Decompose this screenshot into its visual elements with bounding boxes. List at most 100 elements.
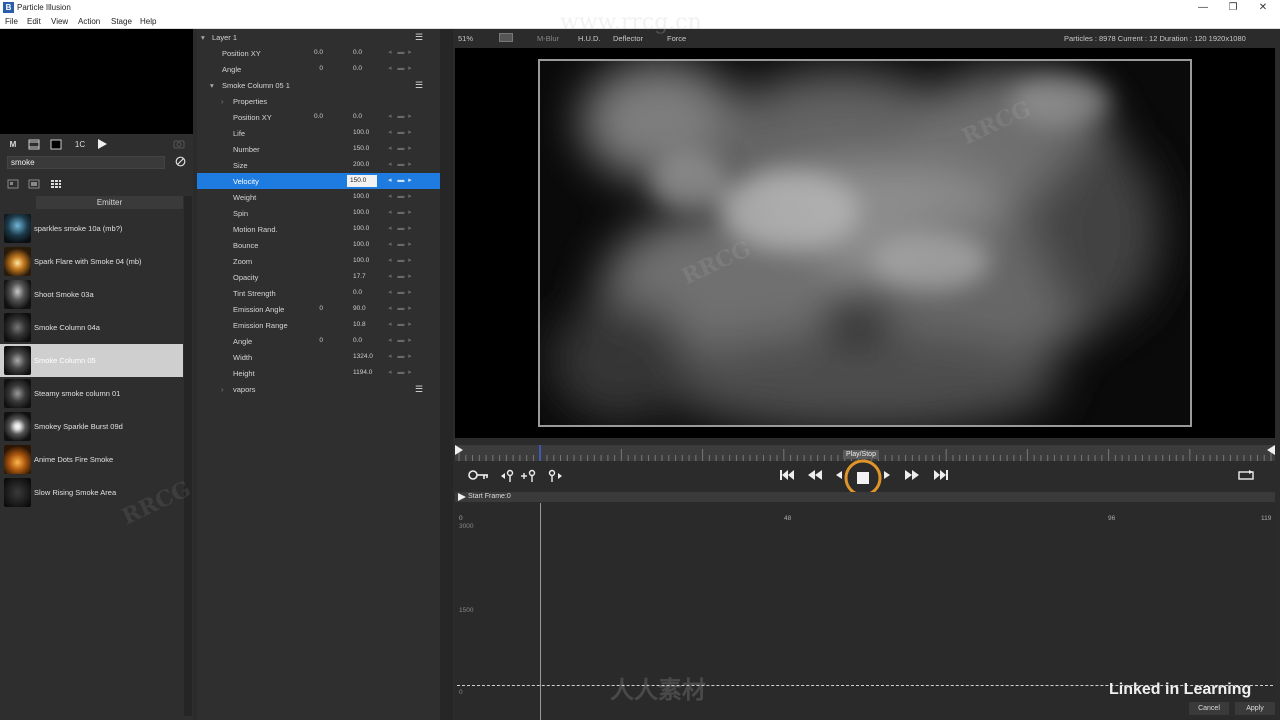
property-row[interactable]: Weight 100.0 ◂ ▬ ▸: [197, 189, 440, 205]
go-to-end-icon[interactable]: [932, 469, 950, 483]
film-icon[interactable]: [28, 139, 40, 151]
expand-chevron-icon[interactable]: ›: [221, 97, 224, 106]
emitter-item-selected[interactable]: Smoke Column 05: [0, 344, 183, 377]
property-value[interactable]: 0.0: [345, 65, 375, 72]
property-value[interactable]: 0.0: [345, 289, 375, 296]
stage-canvas[interactable]: [538, 59, 1192, 427]
property-value[interactable]: 0.0: [345, 49, 375, 56]
keyframe-nav-icon[interactable]: ◂ ▬ ▸: [388, 128, 420, 138]
property-value[interactable]: 0.0: [345, 337, 375, 344]
menu-file[interactable]: File: [5, 17, 18, 26]
property-value-x[interactable]: 0.0: [309, 49, 323, 56]
grid-view-large-icon[interactable]: [50, 179, 62, 191]
start-frame-marker-icon[interactable]: [458, 493, 466, 501]
clear-search-icon[interactable]: [174, 156, 186, 168]
property-row[interactable]: Position XY 0.0 0.0 ◂ ▬ ▸: [197, 45, 440, 61]
property-row[interactable]: Spin 100.0 ◂ ▬ ▸: [197, 205, 440, 221]
menu-stage[interactable]: Stage: [111, 17, 132, 26]
emitter-item[interactable]: Smokey Sparkle Burst 09d: [0, 410, 183, 443]
key-icon[interactable]: [467, 469, 491, 483]
keyframe-nav-icon[interactable]: ◂ ▬ ▸: [388, 64, 420, 74]
property-row[interactable]: Emission Angle 0 90.0 ◂ ▬ ▸: [197, 301, 440, 317]
keyframe-nav-icon[interactable]: ◂ ▬ ▸: [388, 224, 420, 234]
emitter-item[interactable]: Spark Flare with Smoke 04 (mb): [0, 245, 183, 278]
property-value[interactable]: 200.0: [345, 161, 375, 168]
curve-graph[interactable]: 0 48 96 119 3000 1500 0 Linked in Learni…: [455, 503, 1275, 720]
property-row[interactable]: Life 100.0 ◂ ▬ ▸: [197, 125, 440, 141]
property-value[interactable]: 0.0: [345, 113, 375, 120]
keyframe-nav-icon[interactable]: ◂ ▬ ▸: [388, 368, 420, 378]
keyframe-nav-icon[interactable]: ◂ ▬ ▸: [388, 176, 420, 186]
collapse-chevron-icon[interactable]: ▾: [201, 33, 205, 42]
cancel-button[interactable]: Cancel: [1189, 702, 1229, 715]
force-toggle[interactable]: Force: [667, 34, 686, 43]
go-to-start-icon[interactable]: [778, 469, 796, 483]
property-row[interactable]: Height 1194.0 ◂ ▬ ▸: [197, 365, 440, 381]
property-value[interactable]: 150.0: [345, 145, 375, 152]
layer-menu-icon[interactable]: ☰: [415, 32, 423, 43]
deflector-toggle[interactable]: Deflector: [613, 34, 643, 43]
property-value[interactable]: 1194.0: [345, 369, 375, 376]
menu-action[interactable]: Action: [78, 17, 100, 26]
minimize-button[interactable]: —: [1188, 1, 1218, 15]
property-row[interactable]: Position XY 0.0 0.0 ◂ ▬ ▸: [197, 109, 440, 125]
keyframe-nav-icon[interactable]: ◂ ▬ ▸: [388, 48, 420, 58]
property-row[interactable]: Angle 0 0.0 ◂ ▬ ▸: [197, 333, 440, 349]
keyframe-nav-icon[interactable]: ◂ ▬ ▸: [388, 272, 420, 282]
grid-view-medium-icon[interactable]: [28, 179, 40, 191]
close-button[interactable]: ✕: [1248, 1, 1278, 15]
sub-emitter-row[interactable]: › vapors ☰: [197, 381, 440, 397]
menu-help[interactable]: Help: [140, 17, 156, 26]
property-row[interactable]: Bounce 100.0 ◂ ▬ ▸: [197, 237, 440, 253]
property-value-x[interactable]: 0: [309, 305, 323, 312]
emitter-item[interactable]: Smoke Column 04a: [0, 311, 183, 344]
apply-button[interactable]: Apply: [1235, 702, 1275, 715]
menu-edit[interactable]: Edit: [27, 17, 41, 26]
stage-viewer[interactable]: [455, 48, 1275, 438]
keyframe-nav-icon[interactable]: ◂ ▬ ▸: [388, 208, 420, 218]
camera-icon[interactable]: [173, 139, 185, 151]
property-value[interactable]: 90.0: [345, 305, 375, 312]
emitter-item[interactable]: sparkles smoke 10a (mb?): [0, 212, 183, 245]
keyframe-nav-icon[interactable]: ◂ ▬ ▸: [388, 352, 420, 362]
property-value-x[interactable]: 0: [309, 65, 323, 72]
property-value-x[interactable]: 0.0: [309, 113, 323, 120]
property-row[interactable]: Angle 0 0.0 ◂ ▬ ▸: [197, 61, 440, 77]
keyframe-nav-icon[interactable]: ◂ ▬ ▸: [388, 240, 420, 250]
property-value[interactable]: 150.0: [347, 175, 377, 187]
maximize-button[interactable]: ❐: [1218, 1, 1248, 15]
property-value[interactable]: 100.0: [345, 129, 375, 136]
mblur-toggle[interactable]: M-Blur: [537, 34, 559, 43]
keyframe-nav-icon[interactable]: ◂ ▬ ▸: [388, 192, 420, 202]
keyframe-nav-icon[interactable]: ◂ ▬ ▸: [388, 112, 420, 122]
emitter-item[interactable]: Anime Dots Fire Smoke: [0, 443, 183, 476]
layer-row[interactable]: ▾ Layer 1 ☰: [197, 29, 440, 45]
sub-emitter-menu-icon[interactable]: ☰: [415, 384, 423, 395]
emitter-item[interactable]: Steamy smoke column 01: [0, 377, 183, 410]
keyframe-nav-icon[interactable]: ◂ ▬ ▸: [388, 288, 420, 298]
step-forward-icon[interactable]: [883, 469, 891, 483]
zoom-level[interactable]: 51%: [458, 34, 473, 43]
property-value[interactable]: 17.7: [345, 273, 375, 280]
keyframe-nav-icon[interactable]: ◂ ▬ ▸: [388, 144, 420, 154]
property-value[interactable]: 1324.0: [345, 353, 375, 360]
prev-keyframe-icon[interactable]: [500, 469, 516, 483]
play-icon[interactable]: [96, 138, 108, 150]
keyframe-nav-icon[interactable]: ◂ ▬ ▸: [388, 256, 420, 266]
mode-toggle-button[interactable]: M: [7, 139, 19, 151]
grid-view-small-icon[interactable]: [7, 179, 19, 191]
menu-view[interactable]: View: [51, 17, 68, 26]
keyframe-nav-icon[interactable]: ◂ ▬ ▸: [388, 160, 420, 170]
property-row[interactable]: Zoom 100.0 ◂ ▬ ▸: [197, 253, 440, 269]
property-value[interactable]: 100.0: [345, 209, 375, 216]
keyframe-nav-icon[interactable]: ◂ ▬ ▸: [388, 320, 420, 330]
collapse-chevron-icon[interactable]: ▾: [210, 81, 214, 90]
add-keyframe-icon[interactable]: [520, 469, 538, 483]
property-row[interactable]: Size 200.0 ◂ ▬ ▸: [197, 157, 440, 173]
property-value[interactable]: 100.0: [345, 193, 375, 200]
property-row[interactable]: Number 150.0 ◂ ▬ ▸: [197, 141, 440, 157]
background-toggle-icon[interactable]: [499, 33, 513, 42]
property-row[interactable]: Opacity 17.7 ◂ ▬ ▸: [197, 269, 440, 285]
emitter-search-input[interactable]: smoke: [7, 156, 165, 169]
property-row[interactable]: Motion Rand. 100.0 ◂ ▬ ▸: [197, 221, 440, 237]
